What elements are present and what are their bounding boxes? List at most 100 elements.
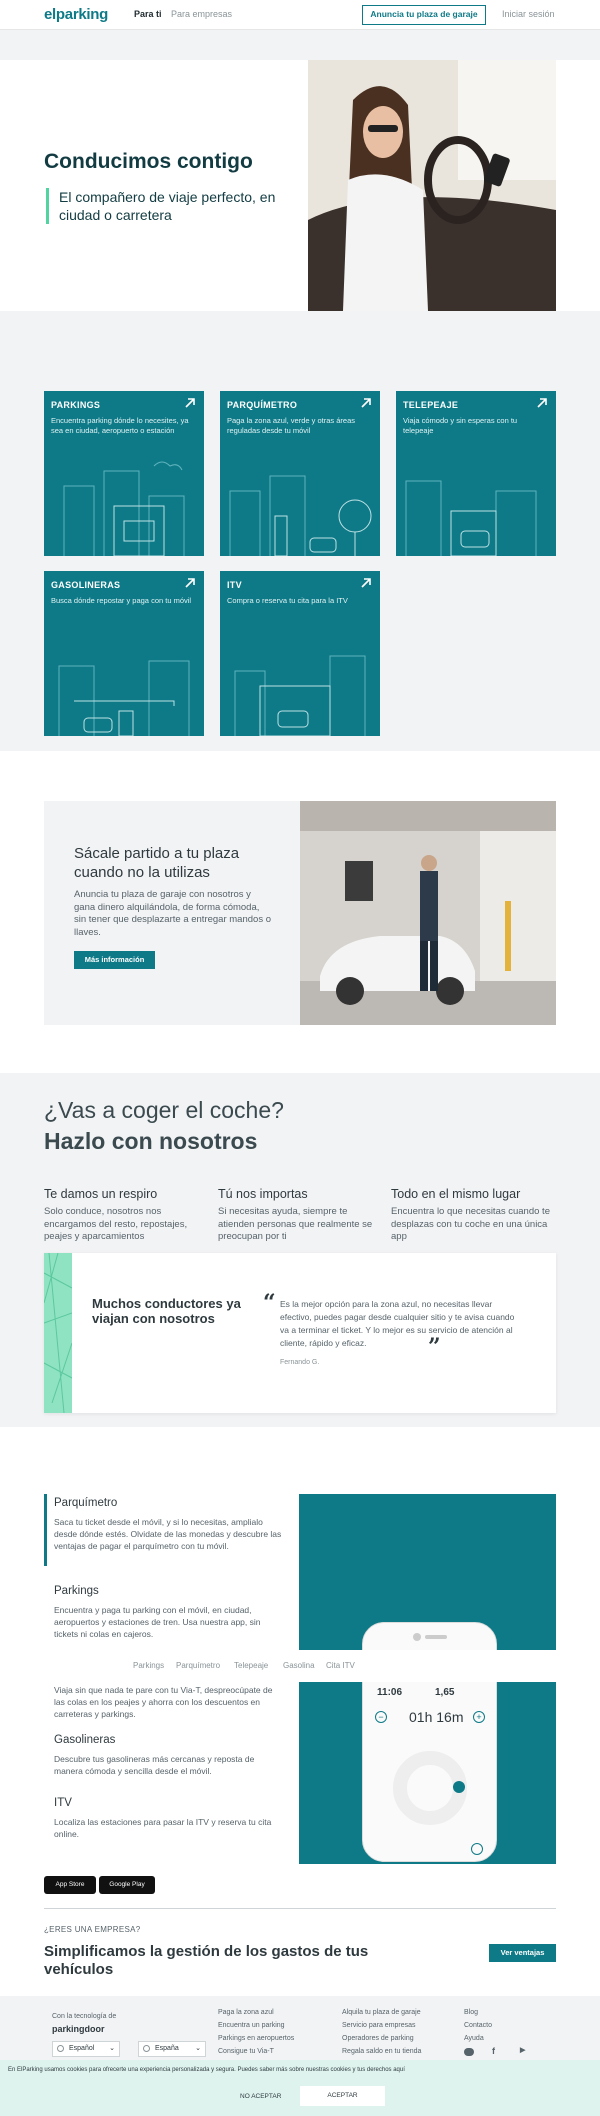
arrow-up-right-icon xyxy=(185,398,195,408)
phone-duration: 01h 16m xyxy=(409,1709,464,1725)
service-card-parkings[interactable]: PARKINGS Encuentra parking dónde lo nece… xyxy=(44,391,204,556)
city-garage-icon xyxy=(63,461,185,556)
footer-link[interactable]: Parkings en aeropuertos xyxy=(218,2032,294,2045)
footer-link[interactable]: Alquila tu plaza de garaje xyxy=(342,2006,421,2019)
language-select[interactable]: Español ⌄ xyxy=(52,2041,120,2057)
minus-icon[interactable]: − xyxy=(375,1711,387,1723)
footer-col-2: Alquila tu plaza de garaje Servicio para… xyxy=(342,2006,421,2058)
header-spacer xyxy=(0,30,600,60)
google-play-badge[interactable]: Google Play xyxy=(99,1876,155,1894)
footer-col-3: Blog Contacto Ayuda xyxy=(464,2006,492,2045)
phone-price: 1,65 xyxy=(435,1687,455,1698)
youtube-icon[interactable]: ▶ xyxy=(520,2046,525,2054)
coger-subtitle: Hazlo con nosotros xyxy=(44,1128,258,1154)
arrow-up-right-icon xyxy=(361,578,371,588)
service-title: PARQUÍMETRO xyxy=(227,400,298,410)
country-value: España xyxy=(155,2045,179,2052)
benefit-desc: Solo conduce, nosotros nos encargamos de… xyxy=(44,1206,188,1242)
logo[interactable]: elparking xyxy=(44,6,108,23)
map-pattern-strip xyxy=(43,1252,73,1414)
parkingdoor-logo: parkingdoor xyxy=(52,2024,105,2034)
twitter-icon[interactable] xyxy=(464,2048,474,2056)
benefit-title: Tú nos importas xyxy=(218,1187,308,1201)
footer-link[interactable]: Paga la zona azul xyxy=(218,2006,294,2019)
empresa-title: Simplificamos la gestión de los gastos d… xyxy=(44,1943,369,1978)
service-card-parquimetro[interactable]: PARQUÍMETRO Paga la zona azul, verde y o… xyxy=(220,391,380,556)
ver-ventajas-button[interactable]: Ver ventajas xyxy=(489,1944,556,1962)
testimonial-author: Fernando G. xyxy=(280,1359,320,1366)
service-desc: Encuentra parking dónde lo necesites, ya… xyxy=(51,416,189,435)
tab-parkings[interactable]: Parkings xyxy=(133,1661,164,1670)
benefit-desc: Encuentra lo que necesitas cuando te des… xyxy=(391,1206,550,1242)
service-card-telepeaje[interactable]: TELEPEAJE Viaja cómodo y sin esperas con… xyxy=(396,391,556,556)
footer-link[interactable]: Contacto xyxy=(464,2019,492,2032)
garage-man-car-image xyxy=(300,801,556,1025)
service-card-gasolineras[interactable]: GASOLINERAS Busca dónde repostar y paga … xyxy=(44,571,204,736)
globe-icon xyxy=(57,2045,64,2052)
service-desc: Busca dónde repostar y paga con tu móvil xyxy=(51,596,192,605)
footer-link[interactable]: Encuentra un parking xyxy=(218,2019,294,2032)
benefit-title: Todo en el mismo lugar xyxy=(391,1187,521,1201)
chevron-down-icon: ⌄ xyxy=(109,2045,115,2052)
city-meter-icon xyxy=(229,475,372,556)
cookie-accept-button[interactable]: ACEPTAR xyxy=(300,2086,385,2106)
phone-speaker xyxy=(425,1635,447,1639)
hero-title: Conducimos contigo xyxy=(44,150,253,173)
arrow-up-right-icon xyxy=(185,578,195,588)
footer-link[interactable]: Consigue tu Via-T xyxy=(218,2045,294,2058)
active-feature-indicator xyxy=(44,1494,47,1566)
city-itv-icon xyxy=(234,655,366,736)
feature-title-parkings[interactable]: Parkings xyxy=(54,1585,99,1597)
tab-cita-itv[interactable]: Cita ITV xyxy=(326,1661,355,1670)
close-quote-icon: ” xyxy=(428,1334,441,1360)
tab-gasolina[interactable]: Gasolina xyxy=(283,1661,315,1670)
arrow-up-right-icon xyxy=(361,398,371,408)
dial-handle[interactable] xyxy=(453,1781,465,1793)
feature-title-parquimetro[interactable]: Parquímetro xyxy=(54,1497,117,1509)
service-card-itv[interactable]: ITV Compra o reserva tu cita para la ITV xyxy=(220,571,380,736)
open-quote-icon: “ xyxy=(263,1290,276,1316)
tab-telepeaje[interactable]: Telepeaje xyxy=(234,1661,268,1670)
mas-informacion-button[interactable]: Más información xyxy=(74,951,155,969)
footer-link[interactable]: Ayuda xyxy=(464,2032,492,2045)
hero-subtitle: El compañero de viaje perfecto, en ciuda… xyxy=(46,188,286,224)
arrow-up-right-icon xyxy=(537,398,547,408)
hero-image-woman-driving xyxy=(308,60,556,311)
facebook-icon[interactable]: f xyxy=(492,2046,495,2056)
phone-camera xyxy=(413,1633,421,1641)
nav-para-empresas[interactable]: Para empresas xyxy=(171,9,232,19)
chevron-down-icon: ⌄ xyxy=(195,2045,201,2052)
cookie-text: En ElParking usamos cookies para ofrecer… xyxy=(8,2067,405,2073)
footer-link[interactable]: Blog xyxy=(464,2006,492,2019)
feature-desc-telepeaje: Viaja sin que nada te pare con tu Via-T,… xyxy=(54,1685,273,1719)
tech-label: Con la tecnología de xyxy=(52,2013,117,2020)
login-link[interactable]: Iniciar sesión xyxy=(502,9,555,19)
footer-link[interactable]: Operadores de parking xyxy=(342,2032,421,2045)
plus-icon[interactable]: + xyxy=(473,1711,485,1723)
globe-icon xyxy=(143,2045,150,2052)
feature-title-gasolineras[interactable]: Gasolineras xyxy=(54,1734,115,1746)
empresa-question: ¿ERES UNA EMPRESA? xyxy=(44,1925,141,1934)
tab-parquimetro[interactable]: Parquímetro xyxy=(176,1661,220,1670)
phone-time: 11:06 xyxy=(377,1687,403,1698)
coger-title: ¿Vas a coger el coche? xyxy=(44,1097,284,1123)
feature-desc: Saca tu ticket desde el móvil, y si lo n… xyxy=(54,1517,282,1551)
cookie-reject-button[interactable]: NO ACEPTAR xyxy=(240,2093,281,2100)
app-store-badge[interactable]: App Store xyxy=(44,1876,96,1894)
language-value: Español xyxy=(69,2045,95,2052)
footer-link[interactable]: Servicio para empresas xyxy=(342,2019,421,2032)
feature-desc: Descubre tus gasolineras más cercanas y … xyxy=(54,1754,255,1776)
service-title: PARKINGS xyxy=(51,400,101,410)
city-gas-station-icon xyxy=(58,660,190,736)
country-select[interactable]: España ⌄ xyxy=(138,2041,206,2057)
feature-title-itv[interactable]: ITV xyxy=(54,1797,72,1809)
benefit-desc: Si necesitas ayuda, siempre te atienden … xyxy=(218,1206,373,1242)
city-toll-icon xyxy=(405,480,537,556)
testimonial-title: Muchos conductores ya viajan con nosotro… xyxy=(92,1296,241,1326)
smile-icon xyxy=(471,1843,483,1855)
partido-desc: Anuncia tu plaza de garaje con nosotros … xyxy=(74,889,271,938)
anuncia-plaza-button[interactable]: Anuncia tu plaza de garaje xyxy=(362,5,486,25)
footer-col-1: Paga la zona azul Encuentra un parking P… xyxy=(218,2006,294,2058)
nav-para-ti[interactable]: Para ti xyxy=(134,9,162,19)
footer-link[interactable]: Regala saldo en tu tienda xyxy=(342,2045,421,2058)
